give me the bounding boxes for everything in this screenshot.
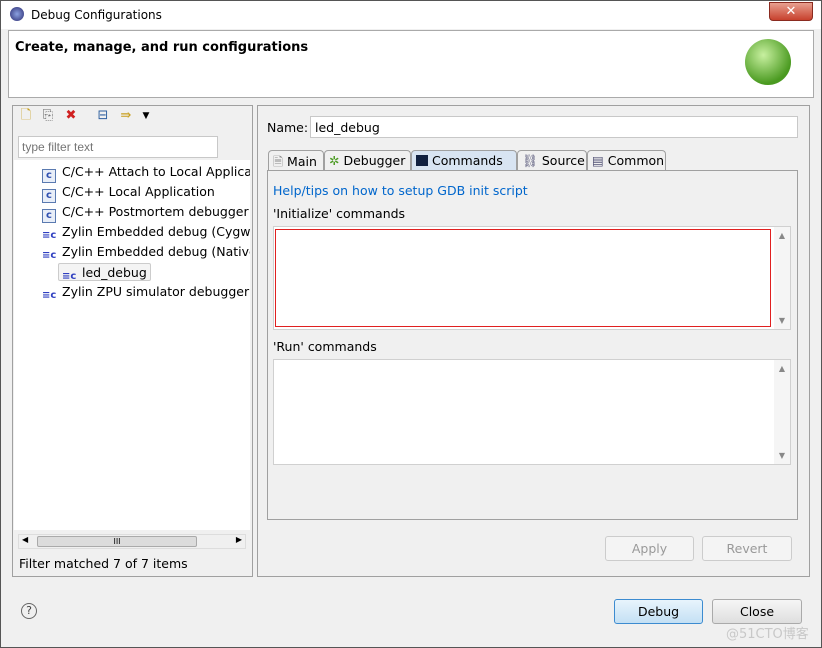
tree-item-label: C/C++ Postmortem debugger [62,204,249,219]
horizontal-scrollbar[interactable]: ◀ III ▶ [18,534,246,549]
config-tree: c C/C++ Attach to Local Applicatio c C/C++… [14,160,250,530]
help-link[interactable]: Help/tips on how to setup GDB init scrip… [273,183,528,198]
tab-commands[interactable]: Commands [411,150,517,171]
tab-label: Source [541,153,585,168]
title-bar: Debug Configurations ✕ [1,1,821,29]
revert-button[interactable]: Revert [702,536,792,561]
tree-item-label: C/C++ Local Application [62,184,215,199]
tree-item[interactable]: ≡c Zylin Embedded debug (Cygwin [42,223,250,241]
tree-item-label: led_debug [82,265,147,280]
vertical-scrollbar[interactable]: ▲ ▼ [774,360,790,464]
main-tab-icon: 🗎 [273,154,284,169]
tree-item[interactable]: ≡c Zylin Embedded debug (Native) [42,243,250,261]
tab-source[interactable]: ⛓ Source [517,150,587,171]
delete-icon[interactable]: ✖ [63,108,79,124]
tab-label: Commands [431,153,503,168]
tab-label: Common [607,153,665,168]
tree-item[interactable]: ≡c Zylin ZPU simulator debugger (C [42,283,250,301]
scroll-thumb[interactable]: III [37,536,197,547]
tab-common[interactable]: ▤ Common [587,150,666,171]
window-title: Debug Configurations [31,8,162,22]
help-icon[interactable]: ? [21,603,37,619]
name-input[interactable] [310,116,798,138]
tree-item-label: Zylin Embedded debug (Cygwin [62,224,250,239]
tree-item[interactable]: c C/C++ Postmortem debugger [42,203,249,223]
window-close-button[interactable]: ✕ [769,2,813,21]
collapse-all-icon[interactable]: ⊟ [95,108,111,124]
watermark: @51CTO博客 [726,627,809,642]
terminal-icon [416,155,428,166]
zylin-icon: ≡c [42,290,57,301]
tree-item[interactable]: c C/C++ Attach to Local Applicatio [42,163,250,183]
source-icon: ⛓ [522,153,538,168]
bug-icon: ✲ [329,153,340,168]
init-commands-label: 'Initialize' commands [273,206,406,221]
init-commands-textarea[interactable] [275,229,771,327]
debug-button[interactable]: Debug [614,599,703,624]
filter-icon[interactable]: ⇛ [118,108,134,124]
chevron-down-icon[interactable]: ▼ [138,108,154,124]
scroll-left-icon[interactable]: ◀ [22,535,28,544]
scroll-right-icon[interactable]: ▶ [236,535,242,544]
c-app-icon: c [42,169,56,183]
c-app-icon: c [42,189,56,203]
tab-debugger[interactable]: ✲ Debugger [324,150,411,171]
run-commands-label: 'Run' commands [273,339,377,354]
filter-input[interactable] [18,136,218,158]
tab-main[interactable]: 🗎 Main [268,150,324,171]
zylin-icon: ≡c [42,230,57,241]
tree-item-label: C/C++ Attach to Local Applicatio [62,164,250,179]
vertical-scrollbar[interactable]: ▲ ▼ [774,227,790,329]
tab-label: Debugger [343,153,406,168]
tree-item-label: Zylin Embedded debug (Native) [62,244,250,259]
bug-icon [745,39,791,85]
duplicate-icon[interactable]: ⎘ [40,108,56,124]
c-app-icon: c [42,209,56,223]
eclipse-icon [10,7,24,21]
name-label: Name: [267,120,309,135]
tab-label: Main [287,154,317,169]
init-commands-area: ▲ ▼ [273,226,791,330]
close-button[interactable]: Close [712,599,802,624]
banner: Create, manage, and run configurations [8,30,814,98]
apply-button[interactable]: Apply [605,536,694,561]
tree-item-selected[interactable]: ≡c led_debug [58,263,151,282]
run-commands-textarea[interactable]: ▲ ▼ [273,359,791,465]
tree-item-label: Zylin ZPU simulator debugger (C [62,284,250,299]
zylin-icon: ≡c [42,250,57,261]
banner-title: Create, manage, and run configurations [15,40,309,55]
filter-status: Filter matched 7 of 7 items [19,556,188,571]
new-config-icon[interactable]: 🗋 [18,108,34,124]
common-icon: ▤ [592,153,604,168]
tree-item[interactable]: c C/C++ Local Application [42,183,215,203]
